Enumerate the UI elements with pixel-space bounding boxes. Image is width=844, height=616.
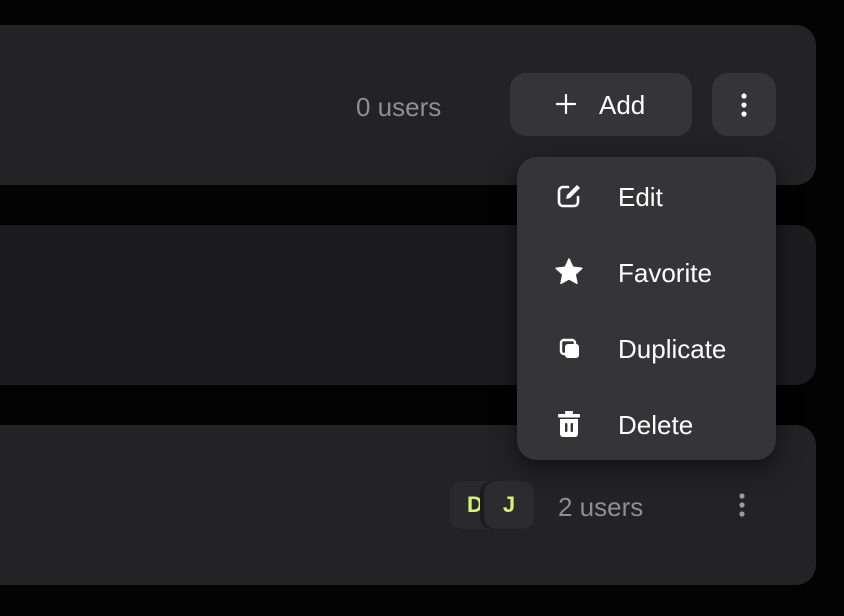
avatar: J xyxy=(484,481,534,529)
more-options-button[interactable] xyxy=(712,73,776,136)
menu-item-label: Favorite xyxy=(618,258,712,288)
edit-icon xyxy=(557,185,580,208)
menu-item-label: Delete xyxy=(618,410,694,440)
star-icon xyxy=(555,258,583,285)
menu-item-edit[interactable]: Edit xyxy=(517,160,776,230)
more-options-button[interactable] xyxy=(710,473,774,536)
context-menu: Edit Favorite Duplicate Delete xyxy=(517,157,776,460)
trash-icon xyxy=(558,411,580,437)
duplicate-icon xyxy=(559,338,579,358)
menu-item-duplicate[interactable]: Duplicate xyxy=(517,312,776,382)
add-button[interactable]: Add xyxy=(510,73,692,136)
menu-item-delete[interactable]: Delete xyxy=(517,388,776,458)
more-vertical-icon xyxy=(741,93,747,117)
menu-item-favorite[interactable]: Favorite xyxy=(517,236,776,306)
plus-icon xyxy=(556,94,576,114)
menu-item-label: Edit xyxy=(618,182,663,212)
user-count: 0 users xyxy=(356,92,442,122)
add-button-label: Add xyxy=(599,90,646,120)
more-vertical-icon xyxy=(739,493,745,517)
user-count: 2 users xyxy=(558,492,644,522)
menu-item-label: Duplicate xyxy=(618,334,727,364)
